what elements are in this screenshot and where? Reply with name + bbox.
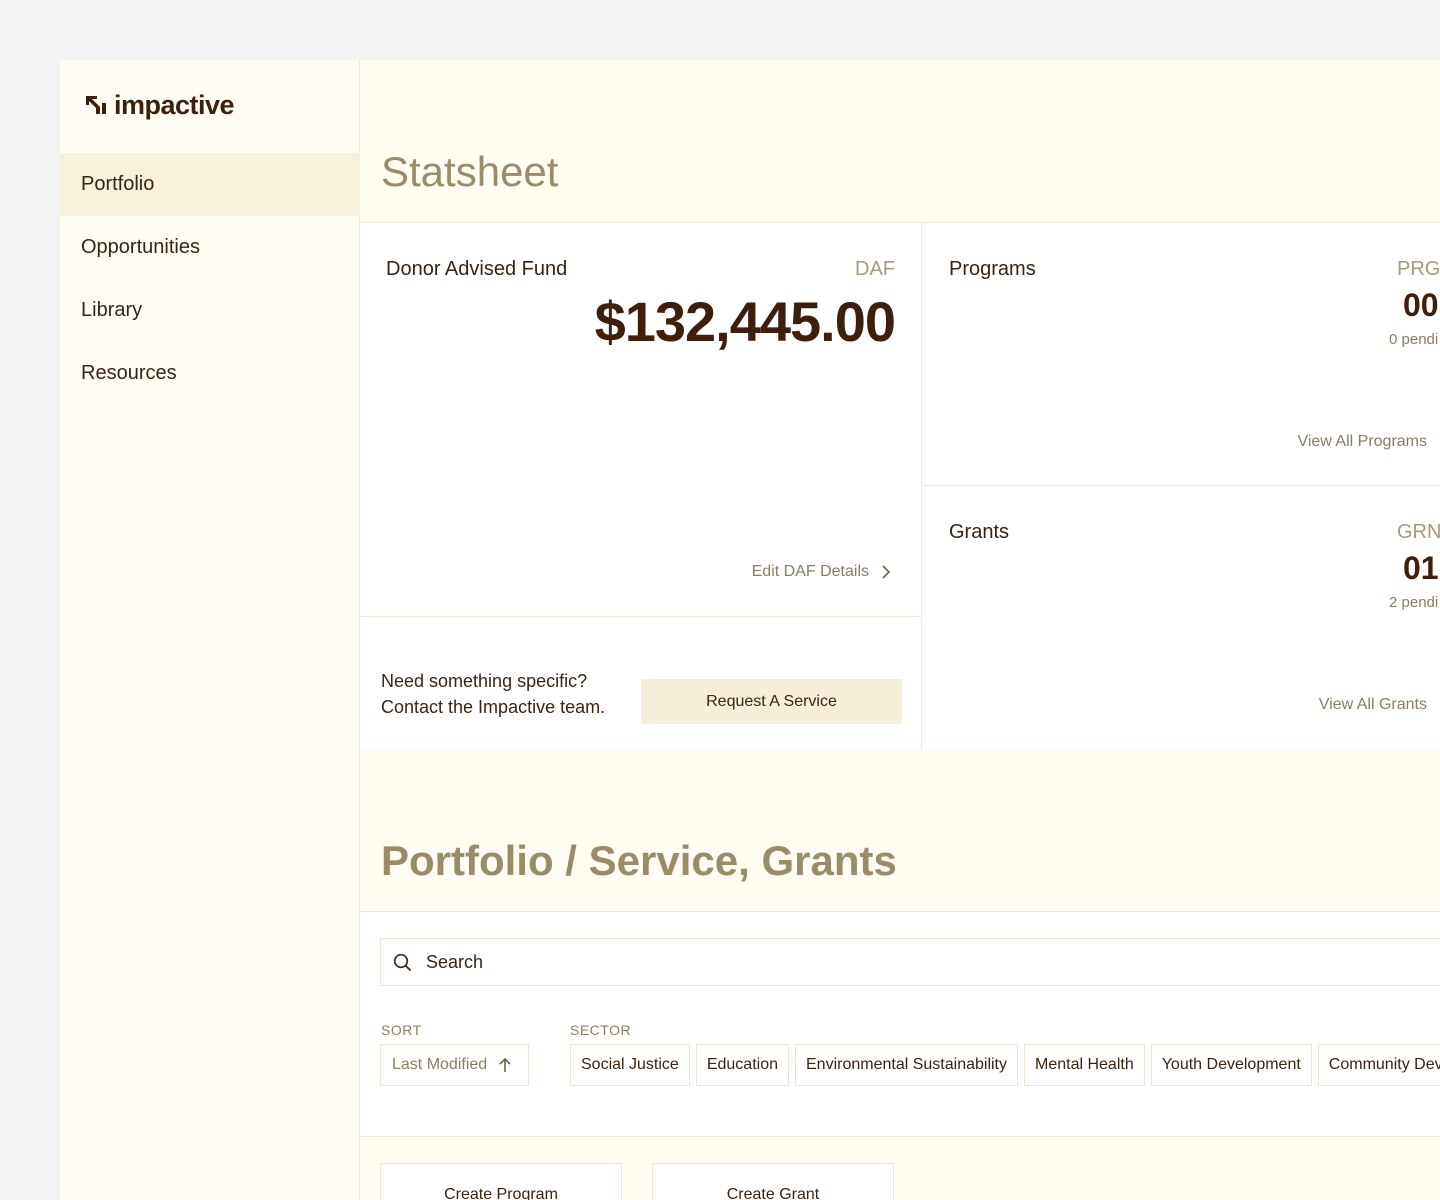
sector-chip-environmental-sustainability[interactable]: Environmental Sustainability <box>795 1044 1018 1086</box>
create-program-button[interactable]: Create Program <box>380 1163 622 1200</box>
sector-chip-youth-development[interactable]: Youth Development <box>1150 1044 1312 1086</box>
search-box[interactable] <box>380 938 1440 986</box>
statsheet-title: Statsheet <box>381 148 559 195</box>
sector-chips: Social Justice Education Environmental S… <box>570 1044 1440 1086</box>
edit-daf-label: Edit DAF Details <box>751 563 869 580</box>
programs-code: PRG <box>1397 258 1440 280</box>
daf-title: Donor Advised Fund <box>386 258 568 280</box>
sector-chip-community-development[interactable]: Community Dev <box>1317 1044 1440 1086</box>
sidebar: impactive Portfolio Opportunities Librar… <box>60 60 360 1200</box>
grants-title: Grants <box>949 521 1010 543</box>
logo[interactable]: impactive <box>84 90 235 120</box>
sector-chip-social-justice[interactable]: Social Justice <box>570 1044 690 1086</box>
grants-card: Grants GRN 01 2 pendi View All Grants <box>923 486 1440 749</box>
grants-pending: 2 pendi <box>1389 594 1439 611</box>
search-input[interactable] <box>424 950 1024 974</box>
arrow-up-icon <box>499 1057 511 1072</box>
daf-card: Donor Advised Fund DAF $132,445.00 Edit … <box>360 223 922 617</box>
sector-label: SECTOR <box>570 1022 632 1038</box>
app-window: impactive Portfolio Opportunities Librar… <box>60 60 1440 1200</box>
service-line-1: Need something specific? <box>381 671 588 691</box>
main-content: Statsheet Donor Advised Fund DAF $132,44… <box>360 60 1440 1200</box>
sector-chip-education[interactable]: Education <box>695 1044 789 1086</box>
sidebar-item-library[interactable]: Library <box>60 279 360 342</box>
create-grant-button[interactable]: Create Grant <box>652 1163 894 1200</box>
request-service-button[interactable]: Request A Service <box>641 679 902 724</box>
view-all-programs-link[interactable]: View All Programs <box>1297 433 1427 451</box>
sort-value: Last Modified <box>392 1056 488 1073</box>
sidebar-item-portfolio[interactable]: Portfolio <box>60 153 360 216</box>
sector-chip-mental-health[interactable]: Mental Health <box>1024 1044 1145 1086</box>
sidebar-nav: Portfolio Opportunities Library Resource… <box>60 153 360 405</box>
brand-name: impactive <box>114 90 235 120</box>
sidebar-item-opportunities[interactable]: Opportunities <box>60 216 360 279</box>
programs-pending: 0 pendi <box>1389 331 1439 348</box>
programs-count: 00 <box>1403 287 1439 323</box>
sidebar-item-resources[interactable]: Resources <box>60 342 360 405</box>
sort-select[interactable]: Last Modified <box>380 1044 529 1086</box>
sort-label: SORT <box>381 1022 422 1038</box>
daf-amount: $132,445.00 <box>594 290 896 353</box>
logo-mark-icon <box>86 96 106 114</box>
service-request-row: Need something specific? Contact the Imp… <box>360 618 922 749</box>
service-line-2: Contact the Impactive team. <box>381 697 606 717</box>
programs-title: Programs <box>949 258 1036 280</box>
filter-area: SORT SECTOR Last Modified Social Justice… <box>360 911 1440 1137</box>
programs-card: Programs PRG 00 0 pendi View All Program… <box>923 223 1440 486</box>
stats-area: Donor Advised Fund DAF $132,445.00 Edit … <box>360 222 1440 749</box>
chevron-right-icon <box>882 565 891 579</box>
grants-count: 01 <box>1403 550 1439 586</box>
grants-code: GRN <box>1397 521 1440 543</box>
edit-daf-link[interactable]: Edit DAF Details <box>752 563 891 581</box>
service-text: Need something specific? Contact the Imp… <box>381 668 605 720</box>
portfolio-title: Portfolio / Service, Grants <box>381 837 897 884</box>
daf-code: DAF <box>855 258 895 280</box>
view-all-grants-link[interactable]: View All Grants <box>1319 696 1427 714</box>
search-icon <box>393 953 412 971</box>
